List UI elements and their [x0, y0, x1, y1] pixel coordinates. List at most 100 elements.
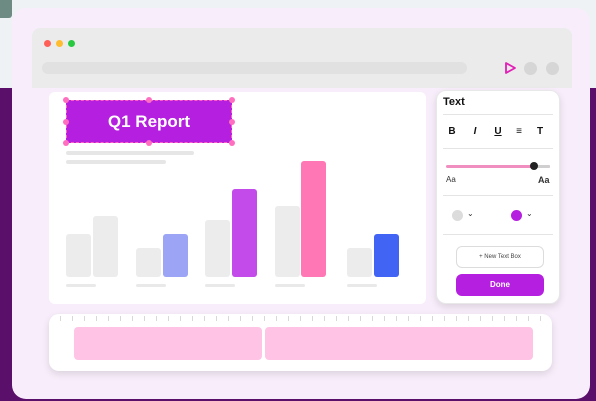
- ruler-tick: [408, 316, 409, 321]
- text-format-panel: [436, 90, 560, 304]
- ruler-tick: [144, 316, 145, 321]
- chart-bar-background: [205, 219, 230, 277]
- divider: [443, 195, 553, 196]
- ruler-tick: [204, 316, 205, 321]
- done-button[interactable]: Done: [456, 274, 544, 296]
- resize-handle-br[interactable]: [229, 140, 235, 146]
- ruler-tick: [384, 316, 385, 321]
- address-bar[interactable]: [42, 62, 467, 74]
- chart-bar[interactable]: [163, 233, 188, 277]
- chart-bar[interactable]: [232, 188, 257, 277]
- maximize-dot[interactable]: [68, 40, 75, 47]
- divider: [443, 114, 553, 115]
- ruler-tick: [96, 316, 97, 321]
- italic-button[interactable]: I: [467, 124, 483, 140]
- ruler-tick: [456, 316, 457, 321]
- slide-title: Q1 Report: [107, 112, 191, 131]
- chart-baseline: [275, 284, 305, 287]
- chart-bar-background: [136, 248, 161, 277]
- play-icon[interactable]: [503, 61, 517, 75]
- font-size-slider-knob[interactable]: [530, 162, 538, 170]
- ruler-tick: [420, 316, 421, 321]
- ruler-tick: [492, 316, 493, 321]
- resize-handle-mr[interactable]: [229, 119, 235, 125]
- chart-baseline: [66, 284, 96, 287]
- ruler-tick: [264, 316, 265, 321]
- ruler-tick: [504, 316, 505, 321]
- ruler-tick: [108, 316, 109, 321]
- ruler-tick: [300, 316, 301, 321]
- ruler-tick: [516, 316, 517, 321]
- chart-bar-background: [275, 206, 300, 277]
- chart-baseline: [347, 284, 377, 287]
- ruler-tick: [432, 316, 433, 321]
- ruler-tick: [240, 316, 241, 321]
- timeline-clip-1[interactable]: [74, 327, 262, 360]
- ruler-tick: [396, 316, 397, 321]
- ruler-tick: [192, 316, 193, 321]
- resize-handle-bm[interactable]: [146, 140, 152, 146]
- resize-handle-tl[interactable]: [63, 97, 69, 103]
- timeline-clip-2[interactable]: [265, 327, 533, 360]
- ruler-tick: [168, 316, 169, 321]
- ruler-tick: [120, 316, 121, 321]
- ruler-tick: [156, 316, 157, 321]
- title-text-box[interactable]: Q1 Report: [66, 100, 232, 143]
- ruler-tick: [336, 316, 337, 321]
- chevron-down-icon[interactable]: ⌄: [526, 209, 533, 218]
- corner-thumbnail: [0, 0, 12, 18]
- resize-handle-tm[interactable]: [146, 97, 152, 103]
- chart-bar-background: [347, 248, 372, 277]
- swatch-1-icon[interactable]: [452, 210, 463, 221]
- ruler-tick: [288, 316, 289, 321]
- divider: [443, 148, 553, 149]
- chart-bar[interactable]: [374, 233, 399, 277]
- ruler-tick: [84, 316, 85, 321]
- ruler-tick: [60, 316, 61, 321]
- panel-title: Text: [443, 96, 465, 108]
- subtitle-placeholder-line: [66, 151, 194, 155]
- ruler-tick: [312, 316, 313, 321]
- bold-button[interactable]: B: [444, 124, 460, 140]
- resize-handle-bl[interactable]: [63, 140, 69, 146]
- menu-circle-2[interactable]: [546, 62, 559, 75]
- resize-handle-ml[interactable]: [63, 119, 69, 125]
- ruler-tick: [228, 316, 229, 321]
- ruler-tick: [252, 316, 253, 321]
- chart-bar[interactable]: [93, 216, 118, 277]
- text-style-button[interactable]: T: [532, 124, 548, 140]
- chart-bar[interactable]: [301, 160, 326, 277]
- ruler-tick: [360, 316, 361, 321]
- subtitle-placeholder-line-2: [66, 160, 166, 164]
- ruler-tick: [180, 316, 181, 321]
- chart-baseline: [136, 284, 166, 287]
- resize-handle-tr[interactable]: [229, 97, 235, 103]
- new-text-box-button[interactable]: + New Text Box: [456, 246, 544, 268]
- ruler-tick: [132, 316, 133, 321]
- ruler-tick: [372, 316, 373, 321]
- ruler-tick: [528, 316, 529, 321]
- ruler-tick: [444, 316, 445, 321]
- divider: [443, 234, 553, 235]
- ruler-tick: [276, 316, 277, 321]
- ruler-tick: [216, 316, 217, 321]
- underline-button[interactable]: U: [490, 124, 506, 140]
- align-button[interactable]: ≡: [511, 124, 527, 140]
- browser-bar: [32, 28, 572, 80]
- ruler-tick: [540, 316, 541, 321]
- ruler-tick: [348, 316, 349, 321]
- ruler-tick: [72, 316, 73, 321]
- ruler-tick: [468, 316, 469, 321]
- ruler-tick: [324, 316, 325, 321]
- menu-circle-1[interactable]: [524, 62, 537, 75]
- chart-bar-background: [66, 233, 91, 277]
- chart-baseline: [205, 284, 235, 287]
- font-size-large-label: Aa: [538, 175, 550, 185]
- swatch-2-icon[interactable]: [511, 210, 522, 221]
- close-dot[interactable]: [44, 40, 51, 47]
- browser-strip: [32, 80, 572, 88]
- ruler-tick: [480, 316, 481, 321]
- chevron-down-icon[interactable]: ⌄: [467, 209, 474, 218]
- font-size-small-label: Aa: [446, 175, 456, 184]
- minimize-dot[interactable]: [56, 40, 63, 47]
